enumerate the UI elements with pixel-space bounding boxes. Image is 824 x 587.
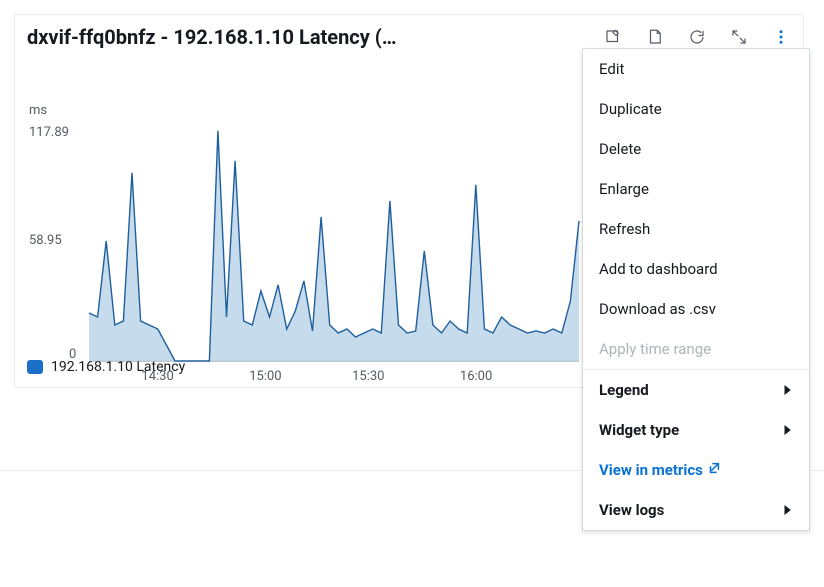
chevron-right-icon (783, 381, 793, 399)
external-link-icon (707, 461, 721, 479)
edit-icon[interactable] (603, 27, 623, 47)
menu-item-widget-type[interactable]: Widget type (583, 410, 809, 450)
y-axis-unit: ms (29, 103, 47, 118)
menu-item-duplicate[interactable]: Duplicate (583, 89, 809, 129)
menu-item-apply-time-range: Apply time range (583, 329, 809, 369)
menu-label: View in metrics (599, 461, 721, 479)
copy-icon[interactable] (645, 27, 665, 47)
widget-title: dxvif-ffq0bnfz - 192.168.1.10 Latency (… (27, 25, 397, 49)
menu-item-enlarge[interactable]: Enlarge (583, 169, 809, 209)
menu-label: Duplicate (599, 100, 662, 118)
expand-icon[interactable] (729, 27, 749, 47)
menu-item-view-logs[interactable]: View logs (583, 490, 809, 530)
x-tick: 14:30 (141, 369, 173, 384)
y-tick-zero: 0 (69, 347, 76, 362)
menu-item-view-in-metrics[interactable]: View in metrics (583, 450, 809, 490)
y-tick-max: 117.89 (29, 125, 69, 140)
menu-label: Apply time range (599, 340, 711, 358)
menu-label: Delete (599, 140, 641, 158)
menu-item-delete[interactable]: Delete (583, 129, 809, 169)
more-menu-icon[interactable] (771, 27, 791, 47)
menu-label: Add to dashboard (599, 260, 718, 278)
menu-item-add-to-dashboard[interactable]: Add to dashboard (583, 249, 809, 289)
menu-label: Legend (599, 381, 649, 399)
chevron-right-icon (783, 421, 793, 439)
x-tick: 15:00 (249, 369, 281, 384)
menu-label: Refresh (599, 220, 650, 238)
menu-item-refresh[interactable]: Refresh (583, 209, 809, 249)
menu-label: Widget type (599, 421, 679, 439)
refresh-icon[interactable] (687, 27, 707, 47)
menu-item-edit[interactable]: Edit (583, 49, 809, 89)
header-icons (603, 27, 791, 47)
menu-item-download-csv[interactable]: Download as .csv (583, 289, 809, 329)
x-tick: 15:30 (352, 369, 384, 384)
menu-label: Enlarge (599, 180, 649, 198)
menu-label: Edit (599, 60, 624, 78)
chevron-right-icon (783, 501, 793, 519)
menu-item-legend[interactable]: Legend (583, 370, 809, 410)
menu-label: Download as .csv (599, 300, 716, 318)
legend-swatch (27, 360, 43, 374)
x-tick: 16:00 (460, 369, 492, 384)
y-tick-mid: 58.95 (29, 233, 62, 248)
chart-plot[interactable] (89, 125, 579, 361)
more-menu-dropdown: Edit Duplicate Delete Enlarge Refresh Ad… (582, 48, 810, 531)
menu-label: View logs (599, 501, 664, 519)
